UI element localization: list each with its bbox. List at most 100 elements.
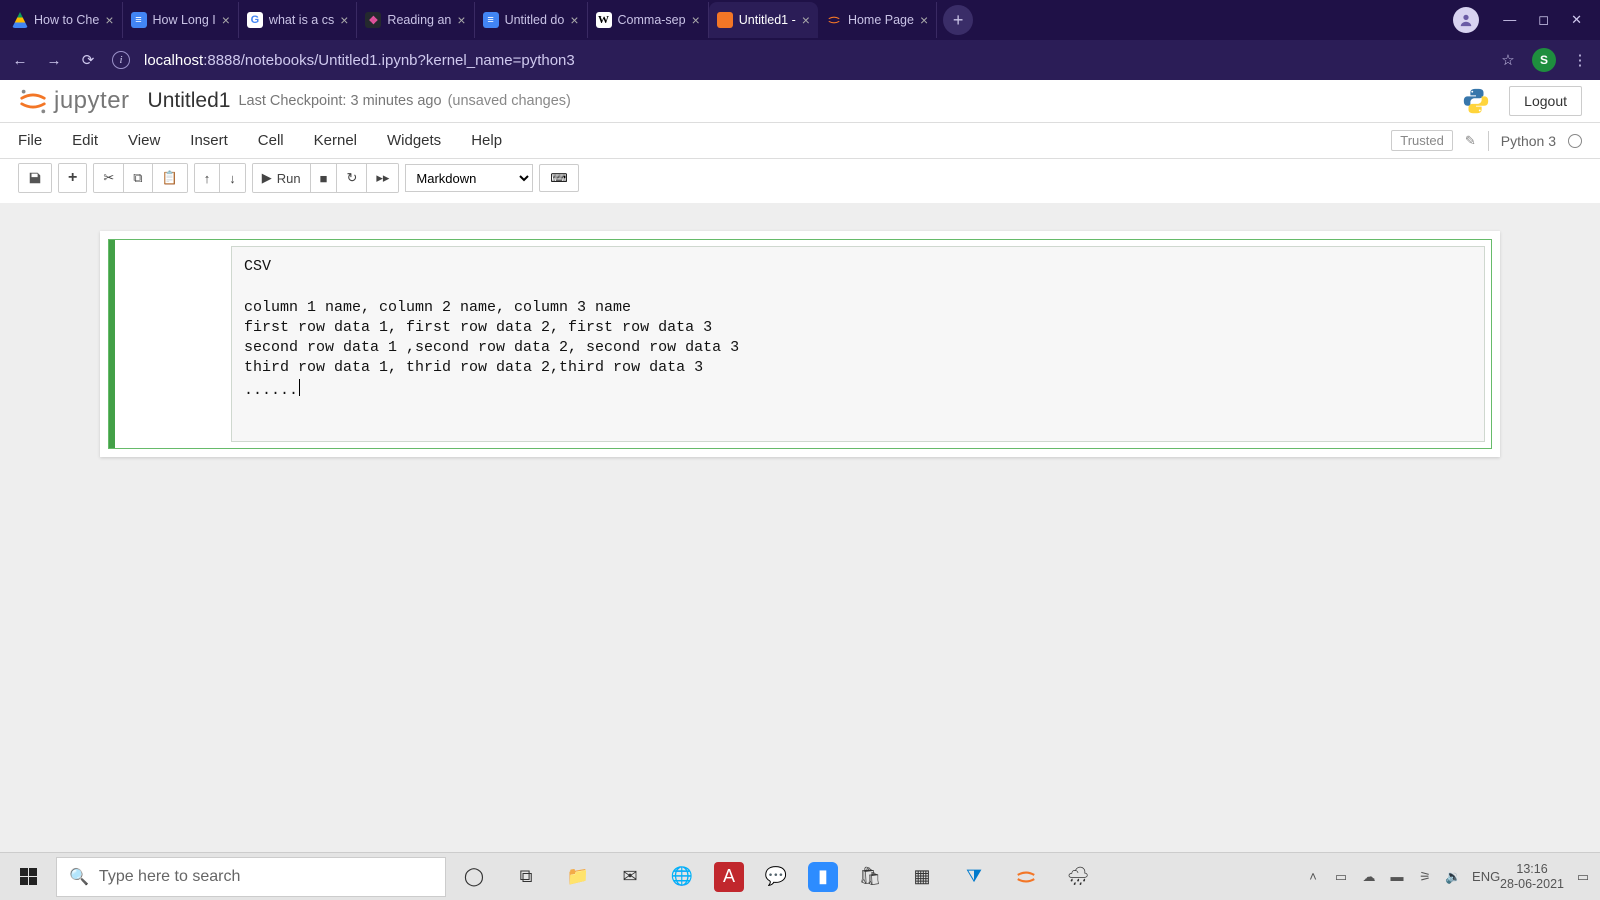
move-down-button[interactable]: ↓ <box>220 164 245 192</box>
tab-strip: How to Che×≡How Long I×Gwhat is a cs×❖Re… <box>0 0 1600 40</box>
onedrive-icon[interactable]: ☁ <box>1360 869 1378 885</box>
tab-close-icon[interactable]: × <box>692 12 700 28</box>
tab-title: Untitled1 - <box>739 13 796 27</box>
browser-tab[interactable]: Untitled1 - × <box>709 2 818 38</box>
tab-close-icon[interactable]: × <box>222 12 230 28</box>
browser-tab[interactable]: Gwhat is a cs× <box>239 2 358 38</box>
menu-help[interactable]: Help <box>471 132 502 149</box>
meet-now-icon[interactable]: ▭ <box>1332 869 1350 885</box>
save-button[interactable] <box>19 164 51 192</box>
menu-edit[interactable]: Edit <box>72 132 98 149</box>
app-icon[interactable]: ▦ <box>902 857 942 897</box>
file-explorer-icon[interactable]: 📁 <box>558 857 598 897</box>
weather-icon[interactable]: 🌧 <box>1058 857 1098 897</box>
cortana-icon[interactable]: ◯ <box>454 857 494 897</box>
tab-close-icon[interactable]: × <box>457 12 465 28</box>
menu-view[interactable]: View <box>128 132 160 149</box>
bookmark-star-icon[interactable]: ☆ <box>1498 51 1518 69</box>
menu-cell[interactable]: Cell <box>258 132 284 149</box>
maximize-button[interactable]: ◻ <box>1538 12 1549 28</box>
forward-button[interactable]: → <box>44 52 64 69</box>
windows-taskbar: 🔍 Type here to search ◯ ⧉ 📁 ✉ 🌐 A 💬 ▮ 🛍 … <box>0 852 1600 900</box>
command-palette-button[interactable]: ⌨ <box>539 164 578 192</box>
jupyter-logo[interactable]: jupyter <box>18 86 130 116</box>
restart-run-all-button[interactable]: ▸▸ <box>367 164 398 192</box>
browser-menu-icon[interactable]: ⋮ <box>1570 51 1590 69</box>
paste-button[interactable]: 📋 <box>153 164 187 192</box>
tab-title: How to Che <box>34 13 99 27</box>
jupyter-taskbar-icon[interactable] <box>1006 857 1046 897</box>
task-view-icon[interactable]: ⧉ <box>506 857 546 897</box>
browser-tab[interactable]: ≡How Long I× <box>123 2 239 38</box>
volume-icon[interactable]: 🔉 <box>1444 869 1462 885</box>
browser-tab[interactable]: Home Page× <box>818 2 937 38</box>
notebook-title[interactable]: Untitled1 <box>148 89 231 113</box>
paste-icon: 📋 <box>162 170 178 186</box>
browser-tab[interactable]: How to Che × <box>4 2 123 38</box>
whatsapp-icon[interactable]: 💬 <box>756 857 796 897</box>
mail-icon[interactable]: ✉ <box>610 857 650 897</box>
taskbar-search[interactable]: 🔍 Type here to search <box>56 857 446 897</box>
browser-tab[interactable]: ≡Untitled do× <box>475 2 588 38</box>
tab-close-icon[interactable]: × <box>920 12 928 28</box>
checkpoint-status: Last Checkpoint: 3 minutes ago <box>238 93 441 109</box>
copy-button[interactable]: ⧉ <box>124 164 152 192</box>
menu-widgets[interactable]: Widgets <box>387 132 441 149</box>
new-tab-button[interactable]: + <box>943 5 973 35</box>
logout-button[interactable]: Logout <box>1509 86 1582 116</box>
language-indicator[interactable]: ENG <box>1472 869 1490 884</box>
menu-file[interactable]: File <box>18 132 42 149</box>
move-up-button[interactable]: ↑ <box>195 164 221 192</box>
toolbar: + ✂ ⧉ 📋 ↑ ↓ ▶Run ■ ↻ ▸▸ CodeMarkdownRaw … <box>0 159 1600 203</box>
tray-expand-icon[interactable]: ˄ <box>1304 869 1322 884</box>
back-button[interactable]: ← <box>10 52 30 69</box>
url-bar[interactable]: localhost:8888/notebooks/Untitled1.ipynb… <box>144 52 575 69</box>
start-button[interactable] <box>8 857 48 897</box>
tab-close-icon[interactable]: × <box>340 12 348 28</box>
tab-close-icon[interactable]: × <box>570 12 578 28</box>
kernel-status-icon <box>1568 134 1582 148</box>
tab-title: Untitled do <box>505 13 565 27</box>
taskbar-clock[interactable]: 13:16 28-06-2021 <box>1500 862 1564 892</box>
acrobat-icon[interactable]: A <box>714 862 744 892</box>
interrupt-button[interactable]: ■ <box>311 164 338 192</box>
menu-kernel[interactable]: Kernel <box>314 132 357 149</box>
wifi-icon[interactable]: ⚞ <box>1416 869 1434 885</box>
arrow-up-icon: ↑ <box>204 171 211 186</box>
browser-chrome: How to Che×≡How Long I×Gwhat is a cs×❖Re… <box>0 0 1600 80</box>
close-window-button[interactable]: ✕ <box>1571 12 1582 28</box>
markdown-cell[interactable]: CSV column 1 name, column 2 name, column… <box>108 239 1492 449</box>
save-icon <box>28 171 42 185</box>
kernel-name[interactable]: Python 3 <box>1501 133 1556 149</box>
restart-button[interactable]: ↻ <box>337 164 367 192</box>
battery-icon[interactable]: ▬ <box>1388 869 1406 884</box>
browser-tab[interactable]: ❖Reading an× <box>357 2 474 38</box>
tab-title: How Long I <box>153 13 216 27</box>
jupyter-logo-icon <box>18 86 48 116</box>
trusted-indicator[interactable]: Trusted <box>1391 130 1453 151</box>
reload-button[interactable]: ⟳ <box>78 51 98 69</box>
browser-tab[interactable]: WComma-sep× <box>588 2 709 38</box>
tab-close-icon[interactable]: × <box>802 12 810 28</box>
run-button[interactable]: ▶Run <box>253 164 311 192</box>
menu-insert[interactable]: Insert <box>190 132 228 149</box>
notifications-icon[interactable]: ▭ <box>1574 869 1592 885</box>
stop-icon: ■ <box>320 171 328 186</box>
windows-logo-icon <box>20 868 37 885</box>
tab-title: Comma-sep <box>618 13 686 27</box>
minimize-button[interactable]: — <box>1503 12 1516 28</box>
add-cell-button[interactable]: + <box>59 164 86 192</box>
cut-button[interactable]: ✂ <box>94 164 124 192</box>
run-label: Run <box>277 171 301 186</box>
zoom-icon[interactable]: ▮ <box>808 862 838 892</box>
tab-close-icon[interactable]: × <box>105 12 113 28</box>
chrome-icon[interactable]: 🌐 <box>662 857 702 897</box>
cell-type-select[interactable]: CodeMarkdownRaw NBConvertHeading <box>405 164 533 192</box>
vscode-icon[interactable]: ⧩ <box>954 857 994 897</box>
plus-icon: + <box>68 169 77 187</box>
profile-avatar[interactable]: S <box>1532 48 1556 72</box>
cell-editor[interactable]: CSV column 1 name, column 2 name, column… <box>231 246 1485 442</box>
ms-store-icon[interactable]: 🛍 <box>850 857 890 897</box>
tab-strip-profile-icon[interactable] <box>1453 7 1479 33</box>
site-info-icon[interactable]: i <box>112 51 130 69</box>
